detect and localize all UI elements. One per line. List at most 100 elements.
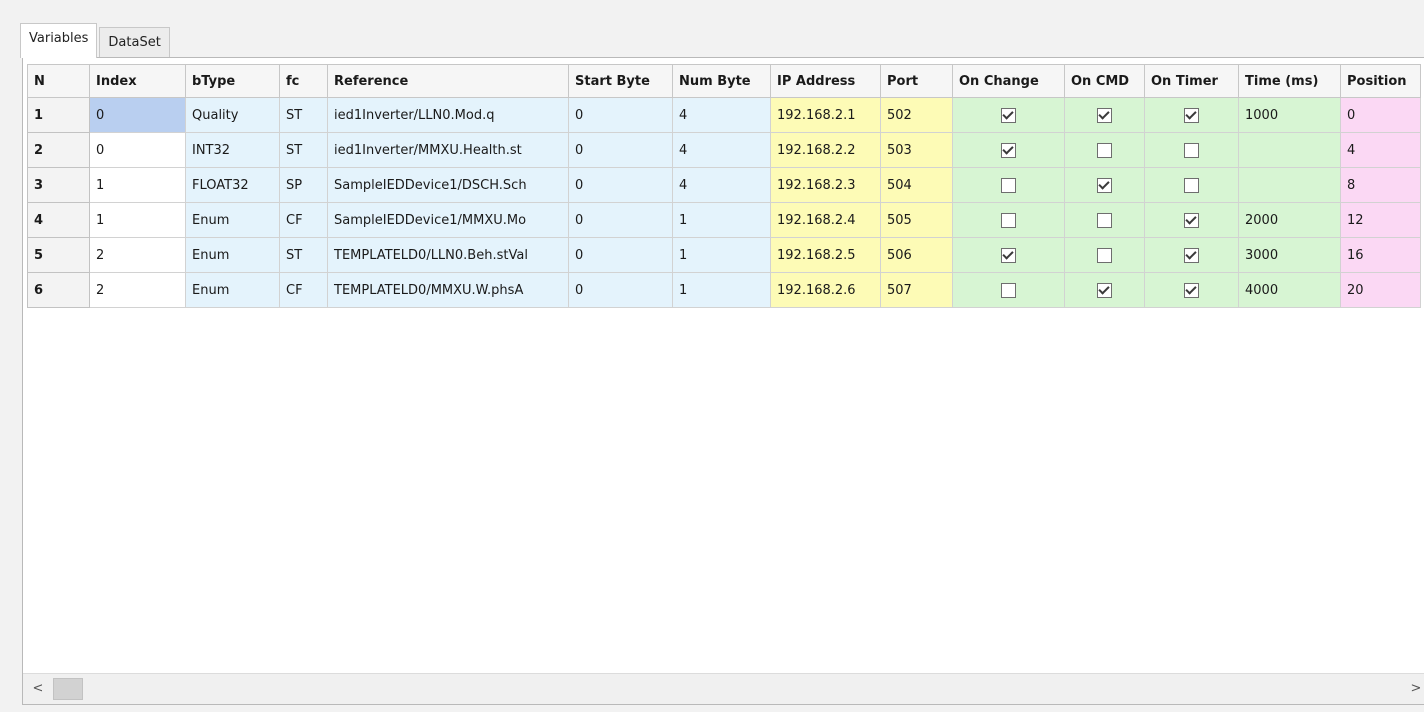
index-cell[interactable]: 2 xyxy=(89,237,186,273)
on-cmd-checkbox[interactable] xyxy=(1097,177,1112,193)
index-cell[interactable]: 0 xyxy=(89,97,186,133)
on-change-checkbox[interactable] xyxy=(1001,177,1016,193)
on-cmd-checkbox[interactable] xyxy=(1097,282,1112,298)
num-byte-cell[interactable]: 1 xyxy=(672,202,771,238)
on-change-checkbox[interactable] xyxy=(1001,142,1016,158)
time-ms-cell[interactable]: 3000 xyxy=(1238,237,1341,273)
fc-cell[interactable]: CF xyxy=(279,272,328,308)
ip-address-cell[interactable]: 192.168.2.5 xyxy=(770,237,881,273)
time-ms-cell[interactable] xyxy=(1238,132,1341,168)
btype-cell[interactable]: Enum xyxy=(185,202,280,238)
time-ms-cell[interactable]: 2000 xyxy=(1238,202,1341,238)
table-row[interactable]: 6 2 Enum CF TEMPLATELD0/MMXU.W.phsA 0 1 … xyxy=(27,272,1421,308)
reference-cell[interactable]: ied1Inverter/LLN0.Mod.q xyxy=(327,97,569,133)
column-header-on-change[interactable]: On Change xyxy=(952,64,1065,98)
port-cell[interactable]: 505 xyxy=(880,202,953,238)
row-number[interactable]: 1 xyxy=(27,97,90,133)
reference-cell[interactable]: ied1Inverter/MMXU.Health.st xyxy=(327,132,569,168)
on-cmd-checkbox[interactable] xyxy=(1097,247,1112,263)
on-cmd-checkbox[interactable] xyxy=(1097,142,1112,158)
on-timer-checkbox[interactable] xyxy=(1184,247,1199,263)
table-row[interactable]: 4 1 Enum CF SampleIEDDevice1/MMXU.Mo 0 1… xyxy=(27,202,1421,238)
position-cell[interactable]: 12 xyxy=(1340,202,1421,238)
btype-cell[interactable]: Quality xyxy=(185,97,280,133)
on-timer-checkbox[interactable] xyxy=(1184,177,1199,193)
reference-cell[interactable]: SampleIEDDevice1/DSCH.Sch xyxy=(327,167,569,203)
tab-variables[interactable]: Variables xyxy=(20,23,98,58)
index-cell[interactable]: 1 xyxy=(89,167,186,203)
on-timer-checkbox[interactable] xyxy=(1184,282,1199,298)
fc-cell[interactable]: ST xyxy=(279,237,328,273)
num-byte-cell[interactable]: 1 xyxy=(672,272,771,308)
on-cmd-checkbox[interactable] xyxy=(1097,107,1112,123)
column-header-on-timer[interactable]: On Timer xyxy=(1144,64,1239,98)
position-cell[interactable]: 8 xyxy=(1340,167,1421,203)
time-ms-cell[interactable] xyxy=(1238,167,1341,203)
scrollbar-thumb[interactable] xyxy=(53,678,83,700)
fc-cell[interactable]: ST xyxy=(279,132,328,168)
reference-cell[interactable]: TEMPLATELD0/LLN0.Beh.stVal xyxy=(327,237,569,273)
port-cell[interactable]: 503 xyxy=(880,132,953,168)
scroll-left-arrow-icon[interactable]: < xyxy=(31,680,45,698)
num-byte-cell[interactable]: 4 xyxy=(672,97,771,133)
start-byte-cell[interactable]: 0 xyxy=(568,237,673,273)
column-header-ip-address[interactable]: IP Address xyxy=(770,64,881,98)
start-byte-cell[interactable]: 0 xyxy=(568,97,673,133)
time-ms-cell[interactable]: 4000 xyxy=(1238,272,1341,308)
scroll-right-arrow-icon[interactable]: > xyxy=(1409,680,1423,698)
on-timer-checkbox[interactable] xyxy=(1184,212,1199,228)
column-header-n[interactable]: N xyxy=(27,64,90,98)
on-timer-checkbox[interactable] xyxy=(1184,142,1199,158)
column-header-start-byte[interactable]: Start Byte xyxy=(568,64,673,98)
btype-cell[interactable]: Enum xyxy=(185,272,280,308)
row-number[interactable]: 6 xyxy=(27,272,90,308)
btype-cell[interactable]: FLOAT32 xyxy=(185,167,280,203)
port-cell[interactable]: 507 xyxy=(880,272,953,308)
position-cell[interactable]: 20 xyxy=(1340,272,1421,308)
num-byte-cell[interactable]: 4 xyxy=(672,167,771,203)
start-byte-cell[interactable]: 0 xyxy=(568,167,673,203)
on-change-checkbox[interactable] xyxy=(1001,247,1016,263)
reference-cell[interactable]: TEMPLATELD0/MMXU.W.phsA xyxy=(327,272,569,308)
ip-address-cell[interactable]: 192.168.2.4 xyxy=(770,202,881,238)
start-byte-cell[interactable]: 0 xyxy=(568,272,673,308)
position-cell[interactable]: 16 xyxy=(1340,237,1421,273)
num-byte-cell[interactable]: 4 xyxy=(672,132,771,168)
table-row[interactable]: 3 1 FLOAT32 SP SampleIEDDevice1/DSCH.Sch… xyxy=(27,167,1421,203)
on-timer-checkbox[interactable] xyxy=(1184,107,1199,123)
row-number[interactable]: 4 xyxy=(27,202,90,238)
index-cell[interactable]: 2 xyxy=(89,272,186,308)
time-ms-cell[interactable]: 1000 xyxy=(1238,97,1341,133)
start-byte-cell[interactable]: 0 xyxy=(568,202,673,238)
column-header-position[interactable]: Position xyxy=(1340,64,1421,98)
index-cell[interactable]: 0 xyxy=(89,132,186,168)
column-header-num-byte[interactable]: Num Byte xyxy=(672,64,771,98)
tab-dataset[interactable]: DataSet xyxy=(99,27,170,58)
on-change-checkbox[interactable] xyxy=(1001,107,1016,123)
fc-cell[interactable]: SP xyxy=(279,167,328,203)
btype-cell[interactable]: Enum xyxy=(185,237,280,273)
horizontal-scrollbar[interactable]: < > xyxy=(23,673,1424,704)
fc-cell[interactable]: ST xyxy=(279,97,328,133)
column-header-btype[interactable]: bType xyxy=(185,64,280,98)
row-number[interactable]: 5 xyxy=(27,237,90,273)
on-change-checkbox[interactable] xyxy=(1001,282,1016,298)
num-byte-cell[interactable]: 1 xyxy=(672,237,771,273)
ip-address-cell[interactable]: 192.168.2.2 xyxy=(770,132,881,168)
column-header-fc[interactable]: fc xyxy=(279,64,328,98)
port-cell[interactable]: 506 xyxy=(880,237,953,273)
column-header-time-ms[interactable]: Time (ms) xyxy=(1238,64,1341,98)
btype-cell[interactable]: INT32 xyxy=(185,132,280,168)
position-cell[interactable]: 4 xyxy=(1340,132,1421,168)
table-row[interactable]: 5 2 Enum ST TEMPLATELD0/LLN0.Beh.stVal 0… xyxy=(27,237,1421,273)
column-header-port[interactable]: Port xyxy=(880,64,953,98)
ip-address-cell[interactable]: 192.168.2.3 xyxy=(770,167,881,203)
position-cell[interactable]: 0 xyxy=(1340,97,1421,133)
start-byte-cell[interactable]: 0 xyxy=(568,132,673,168)
row-number[interactable]: 3 xyxy=(27,167,90,203)
column-header-reference[interactable]: Reference xyxy=(327,64,569,98)
port-cell[interactable]: 502 xyxy=(880,97,953,133)
on-change-checkbox[interactable] xyxy=(1001,212,1016,228)
fc-cell[interactable]: CF xyxy=(279,202,328,238)
ip-address-cell[interactable]: 192.168.2.1 xyxy=(770,97,881,133)
